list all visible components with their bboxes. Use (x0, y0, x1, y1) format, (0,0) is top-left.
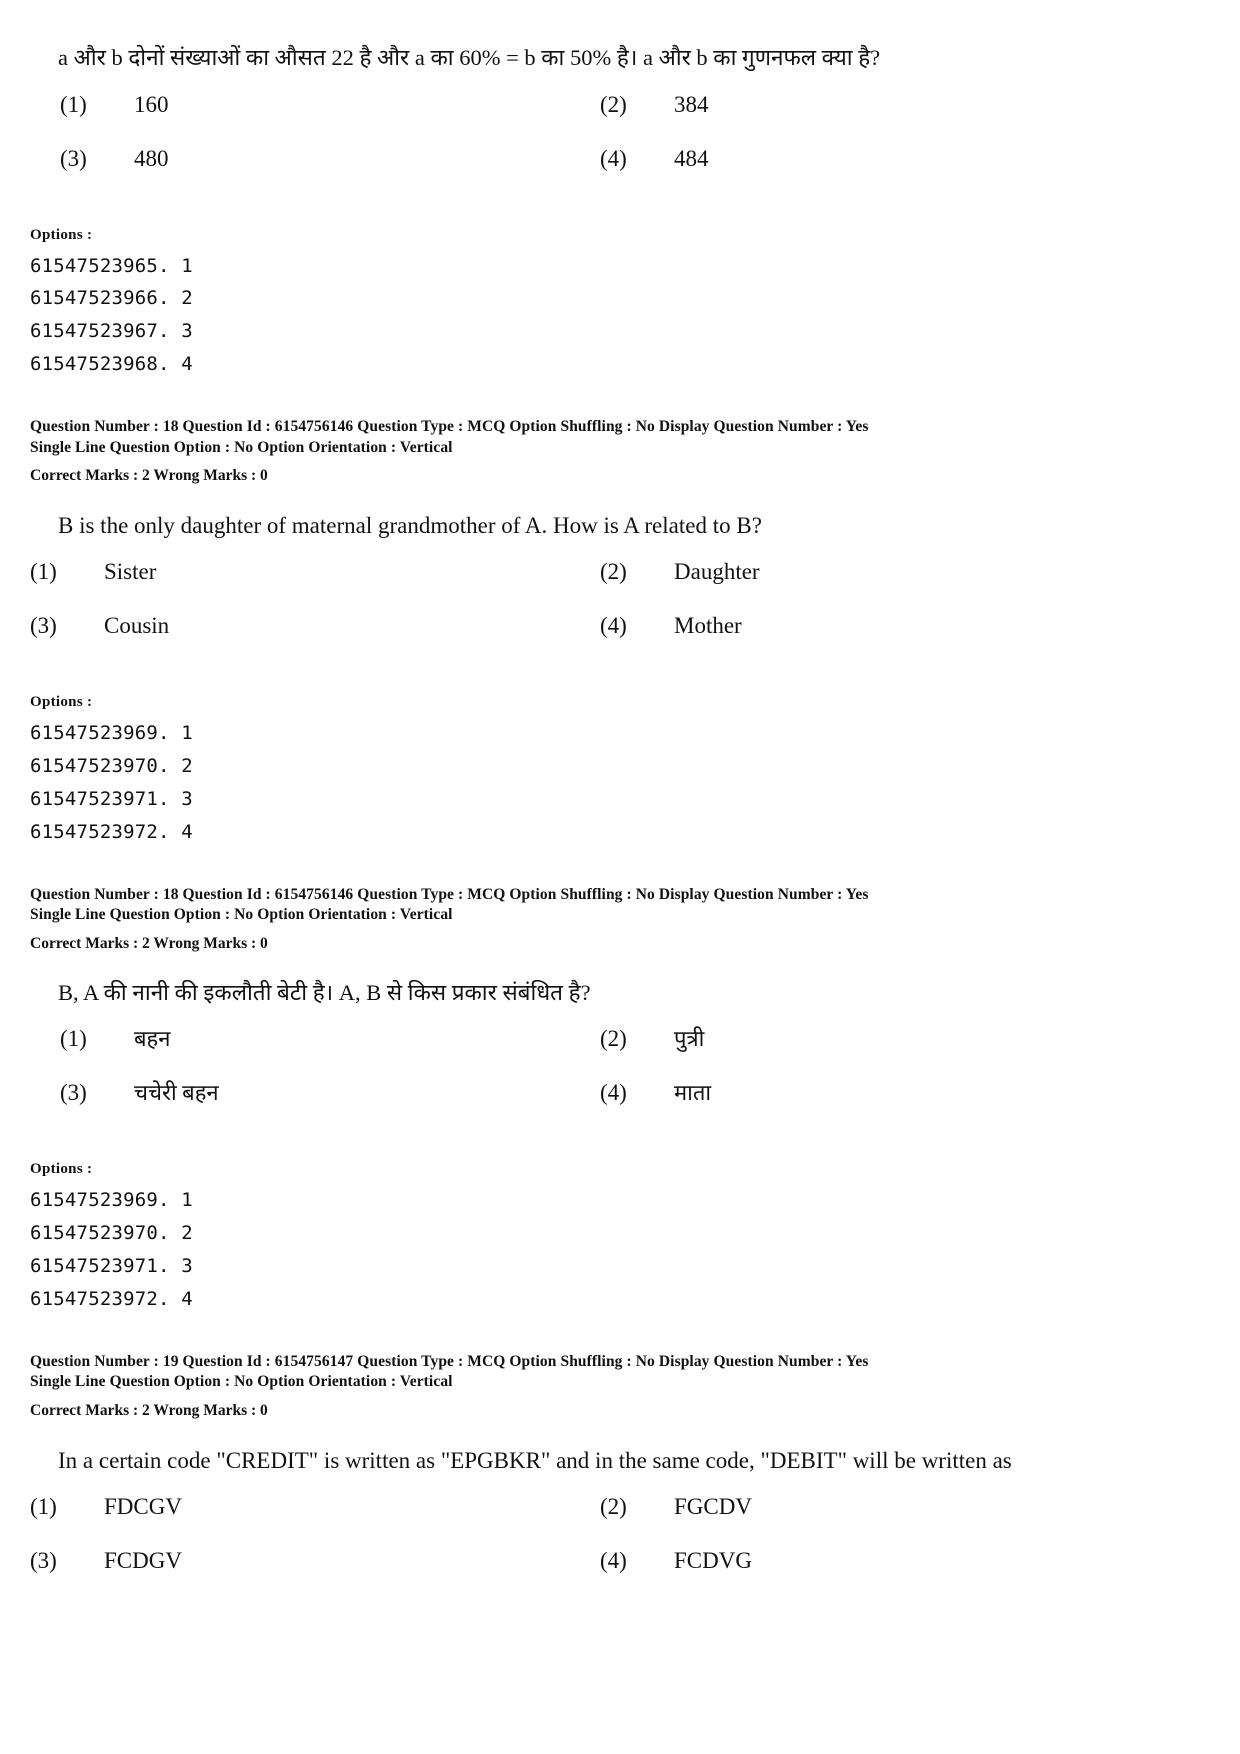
metadata-line-primary: Question Number : 18 Question Id : 61547… (30, 885, 869, 903)
question-18-hindi-option-ids: Options : 61547523969. 1 61547523970. 2 … (30, 1161, 1170, 1315)
metadata-block-question-18-hindi: Question Number : 18 Question Id : 61547… (30, 885, 1170, 926)
option-id: 61547523967. 3 (30, 320, 193, 343)
option-id: 61547523969. 1 (30, 722, 193, 745)
choice-cell[interactable]: (2) Daughter (600, 560, 1170, 614)
choice-number: (2) (600, 1026, 627, 1052)
question-17-hindi-text: a और b दोनों संख्याओं का औसत 22 है और a … (58, 45, 881, 70)
question-19-english-text: In a certain code "CREDIT" is written as… (58, 1447, 1012, 1473)
choice-cell[interactable]: (1) FDCGV (30, 1495, 600, 1549)
choice-value: Cousin (104, 613, 170, 639)
choice-cell[interactable]: (3) चचेरी बहन (30, 1081, 600, 1135)
choice-value: Daughter (674, 559, 760, 585)
choice-number: (4) (600, 613, 627, 639)
choice-number: (4) (600, 1080, 627, 1106)
choice-number: (3) (60, 145, 87, 171)
choice-value: 484 (674, 145, 709, 171)
choice-cell[interactable]: (4) FCDVG (600, 1549, 1170, 1603)
question-18-english-text: B is the only daughter of maternal grand… (58, 512, 762, 538)
question-17-hindi-choices: (1) 160 (2) 384 (3) 480 (4) 484 (30, 93, 1170, 201)
choice-number: (3) (30, 1547, 57, 1573)
choice-cell[interactable]: (1) Sister (30, 560, 600, 614)
choice-number: (1) (60, 1026, 87, 1052)
question-18-hindi-choices: (1) बहन (2) पुत्री (3) चचेरी बहन (4) मात… (30, 1027, 1170, 1135)
choice-number: (2) (600, 1493, 627, 1519)
option-id: 61547523968. 4 (30, 353, 193, 376)
choice-value: Sister (104, 559, 157, 585)
choice-value: चचेरी बहन (134, 1080, 219, 1106)
options-heading: Options : (30, 226, 93, 243)
choice-value: FGCDV (674, 1493, 752, 1519)
question-18-hindi-text: B, A की नानी की इकलौती बेटी है। A, B से … (58, 979, 591, 1005)
choice-value: FCDVG (674, 1547, 752, 1573)
metadata-line-primary: Question Number : 19 Question Id : 61547… (30, 1352, 869, 1370)
choice-number: (4) (600, 1547, 627, 1573)
choice-cell[interactable]: (2) FGCDV (600, 1495, 1170, 1549)
choice-cell[interactable]: (3) Cousin (30, 614, 600, 668)
option-id: 61547523969. 1 (30, 1189, 193, 1212)
question-paper-page: a और b दोनों संख्याओं का औसत 22 है और a … (0, 0, 1240, 1754)
choice-value: 384 (674, 91, 709, 117)
choice-number: (1) (30, 1493, 57, 1519)
option-id: 61547523971. 3 (30, 788, 193, 811)
choice-number: (1) (60, 91, 87, 117)
metadata-line-primary: Question Number : 18 Question Id : 61547… (30, 418, 869, 436)
choice-number: (4) (600, 145, 627, 171)
choice-cell[interactable]: (1) 160 (30, 93, 600, 147)
option-id: 61547523966. 2 (30, 287, 193, 310)
question-18-english-option-ids: Options : 61547523969. 1 61547523970. 2 … (30, 694, 1170, 848)
choice-cell[interactable]: (4) 484 (600, 147, 1170, 201)
metadata-marks: Correct Marks : 2 Wrong Marks : 0 (30, 466, 268, 484)
choice-number: (3) (60, 1080, 87, 1106)
choice-value: FDCGV (104, 1493, 182, 1519)
choice-cell[interactable]: (4) Mother (600, 614, 1170, 668)
metadata-line-secondary: Single Line Question Option : No Option … (30, 438, 453, 456)
choice-cell[interactable]: (2) 384 (600, 93, 1170, 147)
metadata-marks: Correct Marks : 2 Wrong Marks : 0 (30, 934, 268, 952)
choice-value: माता (674, 1080, 712, 1106)
choice-value: 480 (134, 145, 169, 171)
choice-number: (1) (30, 559, 57, 585)
choice-value: FCDGV (104, 1547, 182, 1573)
choice-number: (2) (600, 91, 627, 117)
choice-cell[interactable]: (3) 480 (30, 147, 600, 201)
choice-number: (3) (30, 613, 57, 639)
option-id: 61547523972. 4 (30, 820, 193, 843)
option-id: 61547523970. 2 (30, 755, 193, 778)
choice-cell[interactable]: (2) पुत्री (600, 1027, 1170, 1081)
choice-number: (2) (600, 559, 627, 585)
question-19-english-choices: (1) FDCGV (2) FGCDV (3) FCDGV (4) FCDVG (30, 1495, 1170, 1603)
option-id: 61547523965. 1 (30, 254, 193, 277)
option-id: 61547523972. 4 (30, 1287, 193, 1310)
metadata-block-question-19-english: Question Number : 19 Question Id : 61547… (30, 1352, 1170, 1393)
choice-cell[interactable]: (1) बहन (30, 1027, 600, 1081)
choice-cell[interactable]: (3) FCDGV (30, 1549, 600, 1603)
option-id: 61547523971. 3 (30, 1255, 193, 1277)
metadata-line-secondary: Single Line Question Option : No Option … (30, 906, 453, 924)
choice-cell[interactable]: (4) माता (600, 1081, 1170, 1135)
choice-value: 160 (134, 91, 169, 117)
options-heading: Options : (30, 1161, 93, 1178)
choice-value: बहन (134, 1026, 171, 1052)
question-17-option-ids: Options : 61547523965. 1 61547523966. 2 … (30, 227, 1170, 381)
options-heading: Options : (30, 694, 93, 711)
choice-value: पुत्री (674, 1026, 705, 1052)
choice-value: Mother (674, 613, 742, 639)
metadata-marks: Correct Marks : 2 Wrong Marks : 0 (30, 1401, 268, 1419)
metadata-line-secondary: Single Line Question Option : No Option … (30, 1373, 453, 1391)
metadata-block-question-18-english: Question Number : 18 Question Id : 61547… (30, 417, 1170, 458)
option-id: 61547523970. 2 (30, 1222, 193, 1245)
question-18-english-choices: (1) Sister (2) Daughter (3) Cousin (4) M… (30, 560, 1170, 668)
